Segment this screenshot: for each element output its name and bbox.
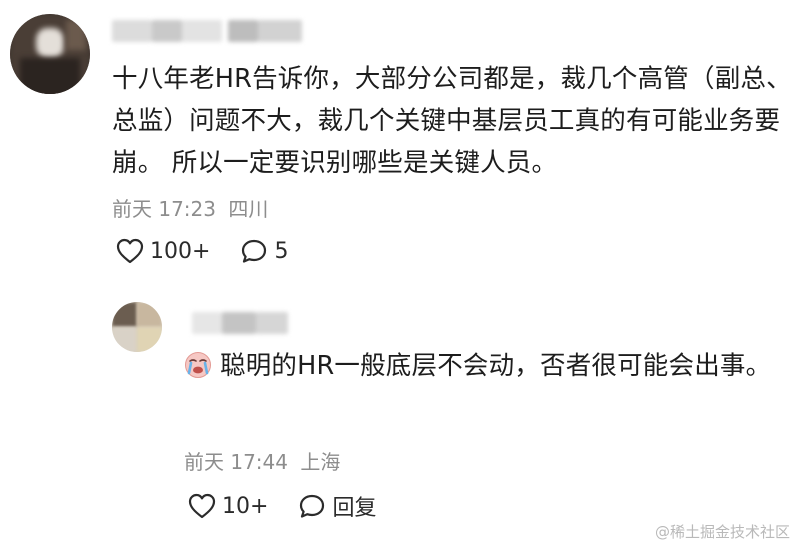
replier-name-blurred[interactable]	[192, 312, 288, 334]
comment-location: 四川	[228, 197, 269, 221]
commenter-avatar[interactable]	[10, 14, 90, 94]
comment-time: 前天 17:23	[112, 197, 216, 221]
heart-icon	[188, 493, 216, 519]
comment-button[interactable]: 5	[240, 238, 288, 264]
like-count: 100+	[150, 238, 211, 264]
reply-actions: 10+ 回复	[188, 490, 376, 522]
reply-like-count: 10+	[222, 493, 269, 519]
reply-label: 回复	[332, 496, 377, 521]
like-button[interactable]: 100+	[116, 238, 210, 264]
reply-time: 前天 17:44	[184, 450, 288, 474]
comment-actions: 100+ 5	[116, 238, 288, 264]
reply-text-block: 聪明的HR一般底层不会动，否者很可能会出事。	[184, 345, 784, 392]
speech-bubble-icon	[240, 238, 268, 264]
replier-avatar[interactable]	[112, 302, 162, 352]
reply-location: 上海	[300, 450, 341, 474]
commenter-name-blurred[interactable]	[112, 20, 302, 42]
reply-meta: 前天 17:44 上海	[184, 446, 340, 475]
comment-meta: 前天 17:23 四川	[112, 193, 268, 222]
reply-text: 聪明的HR一般底层不会动，否者很可能会出事。	[220, 351, 772, 381]
speech-bubble-icon	[298, 493, 326, 519]
comment-text: 十八年老HR告诉你，大部分公司都是，裁几个高管（副总、总监）问题不大，裁几个关键…	[112, 64, 792, 178]
reply-like-button[interactable]: 10+	[188, 493, 268, 519]
watermark: @稀土掘金技术社区	[654, 523, 790, 541]
reply-to-reply-button[interactable]: 回复	[298, 490, 376, 522]
crying-face-icon	[184, 350, 212, 392]
heart-icon	[116, 238, 144, 264]
reply-count: 5	[274, 238, 289, 264]
